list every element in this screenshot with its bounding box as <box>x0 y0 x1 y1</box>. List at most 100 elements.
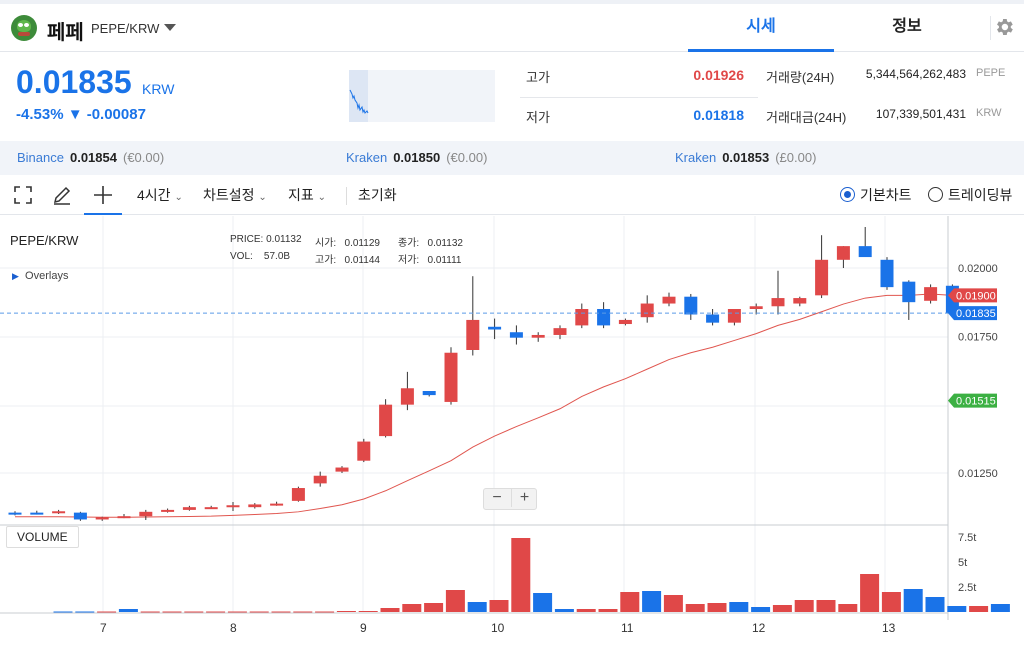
volume-bar <box>620 592 640 612</box>
candle-body <box>335 467 349 472</box>
crosshair-button[interactable] <box>84 179 122 215</box>
candle-body <box>553 328 567 335</box>
exchange-item: Binance 0.01854 (€0.00) <box>17 150 164 165</box>
legend-key: 고가: <box>315 255 337 266</box>
volume-bar <box>206 611 226 613</box>
chart-pair-title: PEPE/KRW <box>10 233 79 248</box>
candle-body <box>618 319 632 325</box>
interval-select[interactable]: 4시간 ⌄ <box>137 185 183 205</box>
legend-value: 0.01144 <box>344 255 380 266</box>
volume-bar <box>402 604 422 612</box>
candle-body <box>313 475 327 484</box>
coin-pair: PEPE/KRW <box>91 21 160 36</box>
pencil-icon[interactable] <box>51 184 73 209</box>
header: 페페 PEPE/KRW 시세 정보 <box>0 4 1024 52</box>
chart-area[interactable]: 0.02000 0.01750 0.01250 0.01900 0.01835 0.015… <box>0 216 1024 646</box>
crosshair-icon <box>94 186 112 204</box>
zoom-in-button[interactable]: + <box>511 489 537 507</box>
candle-body <box>706 314 720 323</box>
amount-value: 107,339,501,431 <box>875 107 966 121</box>
volume-bar <box>685 604 705 612</box>
exchange-converted: (£0.00) <box>775 150 817 165</box>
volume-bar <box>816 600 836 612</box>
candle-body <box>30 512 44 515</box>
candle-body <box>793 298 807 304</box>
overlays-toggle[interactable]: ▶ Overlays <box>12 270 68 282</box>
basic-chart-radio[interactable] <box>840 187 855 202</box>
basic-chart-label: 기본차트 <box>860 187 912 203</box>
volume-bar <box>881 592 901 612</box>
price-tag-label: 0.01835 <box>956 308 996 320</box>
exchange-converted: (€0.00) <box>446 150 488 165</box>
volume-unit: PEPE <box>976 67 1006 79</box>
exchange-item: Kraken 0.01853 (£0.00) <box>675 150 816 165</box>
candle-body <box>117 516 131 519</box>
stat-divider <box>520 97 758 98</box>
volume-bar <box>751 607 771 612</box>
tradingview-radio[interactable] <box>928 187 943 202</box>
exchange-converted: (€0.00) <box>122 150 165 165</box>
low-value: 0.01818 <box>693 107 744 123</box>
high-value: 0.01926 <box>693 67 744 83</box>
candle-body <box>597 309 611 326</box>
volume-bar <box>990 604 1010 612</box>
reset-button[interactable]: 초기화 <box>358 185 397 205</box>
volume-bar <box>140 611 160 613</box>
volume-bar <box>925 597 945 612</box>
chart-settings-label: 차트설정 <box>203 187 255 203</box>
volume-bar <box>772 605 792 612</box>
chart-settings-select[interactable]: 차트설정 ⌄ <box>203 185 267 205</box>
exchange-price: 0.01853 <box>722 150 770 165</box>
volume-bar <box>860 574 880 612</box>
legend-price: PRICE: 0.01132 <box>230 234 302 245</box>
candlestick-chart[interactable]: 0.02000 0.01750 0.01250 0.01900 0.01835 0.015… <box>0 216 1024 646</box>
volume-bar <box>729 602 749 612</box>
legend-high: 고가: 0.01144 <box>315 251 380 266</box>
time-axis-tick: 9 <box>360 621 367 635</box>
volume-bar <box>663 595 683 612</box>
time-axis-tick: 13 <box>882 621 896 635</box>
legend-value: 57.0B <box>263 251 291 262</box>
volume-bar <box>707 603 727 612</box>
candle-body <box>400 388 414 405</box>
tab-quote[interactable]: 시세 <box>688 4 834 52</box>
exchange-prices: Binance 0.01854 (€0.00) Kraken 0.01850 (€0.0… <box>0 141 1024 175</box>
candle-body <box>444 352 458 402</box>
low-label: 저가 <box>526 110 550 125</box>
tab-info[interactable]: 정보 <box>834 4 980 52</box>
fullscreen-icon[interactable] <box>13 185 33 208</box>
candle-body <box>248 504 262 508</box>
candle-body <box>466 319 480 350</box>
volume-bar <box>947 606 967 612</box>
indicators-select[interactable]: 지표 ⌄ <box>288 185 326 205</box>
candle-body <box>204 507 218 510</box>
volume-bar <box>358 611 378 612</box>
volume-label: 거래량(24H) <box>766 70 835 85</box>
volume-bar <box>315 611 335 613</box>
legend-key: VOL: <box>230 251 253 262</box>
volume-bar <box>903 589 923 612</box>
tradingview-label: 트레이딩뷰 <box>948 187 1013 203</box>
price-tag-label: 0.01515 <box>956 396 996 408</box>
price-axis-tick: 0.01250 <box>958 468 998 480</box>
zoom-out-button[interactable]: − <box>484 489 510 507</box>
exchange-name: Kraken <box>675 150 717 165</box>
coin-select-caret-icon[interactable] <box>164 24 176 31</box>
legend-value: 0.01132 <box>427 238 463 249</box>
amount-unit: KRW <box>976 107 1002 119</box>
pepe-logo-icon <box>11 15 37 41</box>
chevron-down-icon: ⌄ <box>258 192 267 203</box>
legend-vol: VOL: 57.0B <box>230 251 290 262</box>
exchange-name: Kraken <box>346 150 388 165</box>
volume-bar <box>249 611 269 613</box>
chevron-down-icon: ⌄ <box>174 192 183 203</box>
indicators-label: 지표 <box>288 187 314 203</box>
interval-label: 4시간 <box>137 187 171 203</box>
gear-icon[interactable] <box>990 16 1014 40</box>
candle-body <box>836 246 850 260</box>
legend-value: 0.01132 <box>266 234 302 245</box>
candle-body <box>379 404 393 437</box>
candle-body <box>858 246 872 258</box>
volume-bar <box>511 538 531 612</box>
legend-key: PRICE: <box>230 234 264 245</box>
